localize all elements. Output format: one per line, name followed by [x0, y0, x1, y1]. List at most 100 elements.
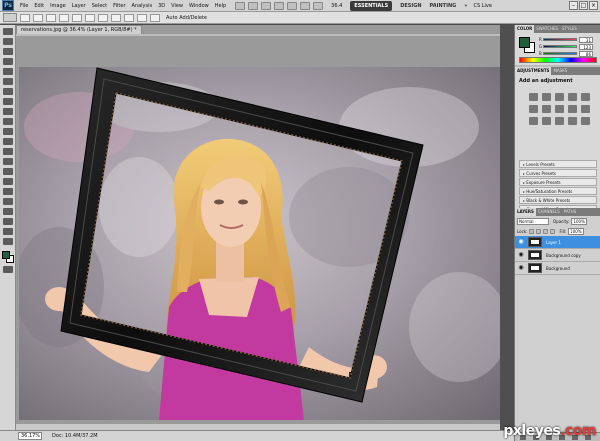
pen-icon[interactable] — [59, 13, 69, 22]
freeform-pen-icon[interactable] — [72, 13, 82, 22]
hand-icon[interactable] — [261, 1, 272, 10]
dodge-tool-icon[interactable] — [3, 158, 13, 165]
tab-layers[interactable]: LAYERS — [515, 208, 536, 216]
rectangle-icon[interactable] — [85, 13, 95, 22]
visibility-eye-icon[interactable]: ◉ — [517, 264, 525, 272]
menu-select[interactable]: Select — [92, 3, 107, 9]
tab-channels[interactable]: CHANNELS — [536, 208, 562, 216]
workspace-design[interactable]: DESIGN — [400, 3, 421, 9]
lock-image-icon[interactable] — [536, 228, 542, 234]
maximize-icon[interactable]: □ — [579, 1, 588, 10]
eyedropper-tool-icon[interactable] — [3, 78, 13, 85]
rotate-view-icon[interactable] — [287, 1, 298, 10]
lasso-tool-icon[interactable] — [3, 48, 13, 55]
blend-mode-select[interactable]: Normal — [517, 217, 549, 225]
polygon-icon[interactable] — [124, 13, 134, 22]
hand-tool-icon[interactable] — [3, 228, 13, 235]
green-value[interactable]: 123 — [579, 43, 593, 50]
zoom-field[interactable]: 36.17% — [18, 432, 42, 440]
layer-row[interactable]: ◉ Background — [515, 262, 600, 275]
color-balance-icon[interactable] — [542, 105, 551, 113]
lock-all-icon[interactable] — [550, 228, 556, 234]
preset-exposure[interactable]: Exposure Presets — [519, 178, 597, 186]
3d-orbit-tool-icon[interactable] — [3, 218, 13, 225]
photo-filter-icon[interactable] — [568, 105, 577, 113]
visibility-eye-icon[interactable]: ◉ — [517, 238, 525, 246]
zoom-level-select[interactable]: 36.4 — [331, 3, 342, 9]
shape-layers-icon[interactable] — [20, 13, 30, 22]
tab-adjustments[interactable]: ADJUSTMENTS — [515, 67, 552, 75]
color-spectrum[interactable] — [519, 57, 597, 63]
preset-black-white[interactable]: Black & White Presets — [519, 196, 597, 204]
clone-stamp-tool-icon[interactable] — [3, 108, 13, 115]
menu-file[interactable]: File — [20, 3, 28, 9]
visibility-eye-icon[interactable]: ◉ — [517, 251, 525, 259]
paths-icon[interactable] — [33, 13, 43, 22]
layer-row[interactable]: ◉ Background copy — [515, 249, 600, 262]
arrange-documents-icon[interactable] — [300, 1, 311, 10]
fill-field[interactable]: 100% — [568, 227, 585, 235]
quick-mask-icon[interactable] — [3, 266, 13, 273]
crop-tool-icon[interactable] — [3, 68, 13, 75]
preset-levels[interactable]: Levels Presets — [519, 160, 597, 168]
color-swatches[interactable] — [2, 251, 14, 263]
auto-add-delete-checkbox[interactable]: Auto Add/Delete — [166, 15, 207, 21]
move-tool-icon[interactable] — [3, 28, 13, 35]
zoom-icon[interactable] — [274, 1, 285, 10]
menu-window[interactable]: Window — [189, 3, 209, 9]
pen-tool-icon[interactable] — [3, 168, 13, 175]
brush-tool-icon[interactable] — [3, 98, 13, 105]
gradient-tool-icon[interactable] — [3, 138, 13, 145]
brightness-contrast-icon[interactable] — [529, 93, 538, 101]
threshold-icon[interactable] — [555, 117, 564, 125]
line-icon[interactable] — [137, 13, 147, 22]
marquee-tool-icon[interactable] — [3, 38, 13, 45]
tab-masks[interactable]: MASKS — [551, 67, 569, 75]
quick-select-tool-icon[interactable] — [3, 58, 13, 65]
invert-icon[interactable] — [529, 117, 538, 125]
path-selection-tool-icon[interactable] — [3, 188, 13, 195]
black-white-icon[interactable] — [555, 105, 564, 113]
mini-bridge-icon[interactable] — [248, 1, 259, 10]
lock-position-icon[interactable] — [543, 228, 549, 234]
posterize-icon[interactable] — [542, 117, 551, 125]
ellipse-icon[interactable] — [111, 13, 121, 22]
menu-view[interactable]: View — [171, 3, 183, 9]
healing-brush-tool-icon[interactable] — [3, 88, 13, 95]
type-tool-icon[interactable] — [3, 178, 13, 185]
3d-rotate-tool-icon[interactable] — [3, 208, 13, 215]
red-value[interactable]: 31 — [579, 36, 593, 43]
menu-help[interactable]: Help — [215, 3, 226, 9]
preset-hue-saturation[interactable]: Hue/Saturation Presets — [519, 187, 597, 195]
channel-mixer-icon[interactable] — [581, 105, 590, 113]
hue-saturation-icon[interactable] — [529, 105, 538, 113]
custom-shape-icon[interactable] — [150, 13, 160, 22]
shape-tool-icon[interactable] — [3, 198, 13, 205]
fill-pixels-icon[interactable] — [46, 13, 56, 22]
menu-image[interactable]: Image — [50, 3, 66, 9]
tab-swatches[interactable]: SWATCHES — [534, 25, 560, 33]
pen-tool-preset-icon[interactable] — [3, 13, 17, 22]
rounded-rectangle-icon[interactable] — [98, 13, 108, 22]
workspace-painting[interactable]: PAINTING — [430, 3, 457, 9]
menu-3d[interactable]: 3D — [158, 3, 165, 9]
tab-color[interactable]: COLOR — [515, 25, 535, 33]
curves-icon[interactable] — [555, 93, 564, 101]
foreground-color-swatch[interactable] — [2, 251, 10, 259]
tab-styles[interactable]: STYLES — [560, 25, 579, 33]
history-brush-tool-icon[interactable] — [3, 118, 13, 125]
document-tab[interactable]: reservations.jpg @ 36.4% (Layer 1, RGB/8… — [16, 25, 142, 34]
green-slider[interactable]: G 123 — [539, 43, 597, 50]
workspace-essentials[interactable]: ESSENTIALS — [350, 0, 393, 11]
menu-edit[interactable]: Edit — [34, 3, 44, 9]
screen-mode-icon[interactable] — [313, 1, 324, 10]
zoom-tool-icon[interactable] — [3, 238, 13, 245]
close-icon[interactable]: × — [589, 1, 598, 10]
blur-tool-icon[interactable] — [3, 148, 13, 155]
menu-layer[interactable]: Layer — [72, 3, 86, 9]
vibrance-icon[interactable] — [581, 93, 590, 101]
blue-slider[interactable]: B 86 — [539, 50, 597, 57]
layer-row[interactable]: ◉ Layer 1 — [515, 236, 600, 249]
minimize-icon[interactable]: – — [569, 1, 578, 10]
cs-live-button[interactable]: CS Live — [473, 3, 491, 9]
